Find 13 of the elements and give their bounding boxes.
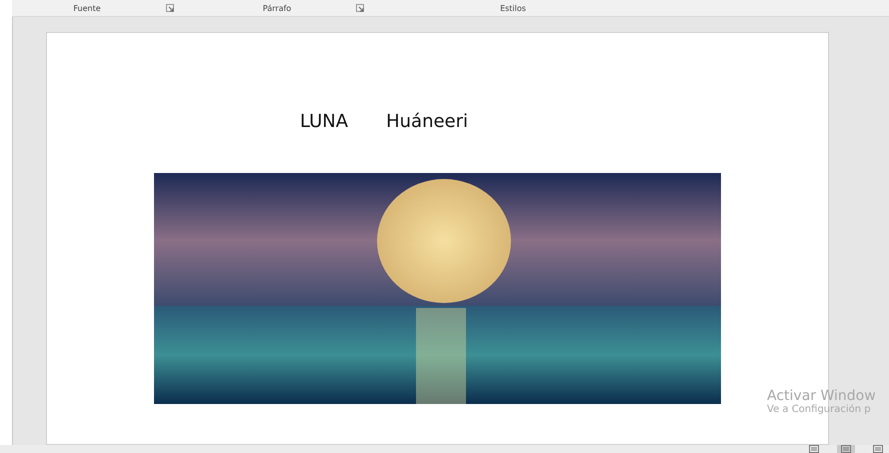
view-mode-button[interactable] xyxy=(837,445,855,453)
activation-notice-title: Activar Window xyxy=(767,388,876,404)
dialog-launcher-icon[interactable] xyxy=(166,4,174,12)
document-title-word: Huáneeri xyxy=(386,111,468,132)
document-title-word: LUNA xyxy=(300,111,348,132)
dialog-launcher-icon[interactable] xyxy=(356,4,364,12)
page-view-icon xyxy=(841,445,851,453)
page-view-icon xyxy=(809,445,819,453)
ribbon-group-label: Fuente xyxy=(72,4,102,12)
page-view-icon xyxy=(873,445,883,453)
ribbon-group-label: Párrafo xyxy=(262,4,292,12)
ribbon-group-label: Estilos xyxy=(500,4,526,12)
activation-notice-text: Ve a Configuración p xyxy=(767,404,872,415)
